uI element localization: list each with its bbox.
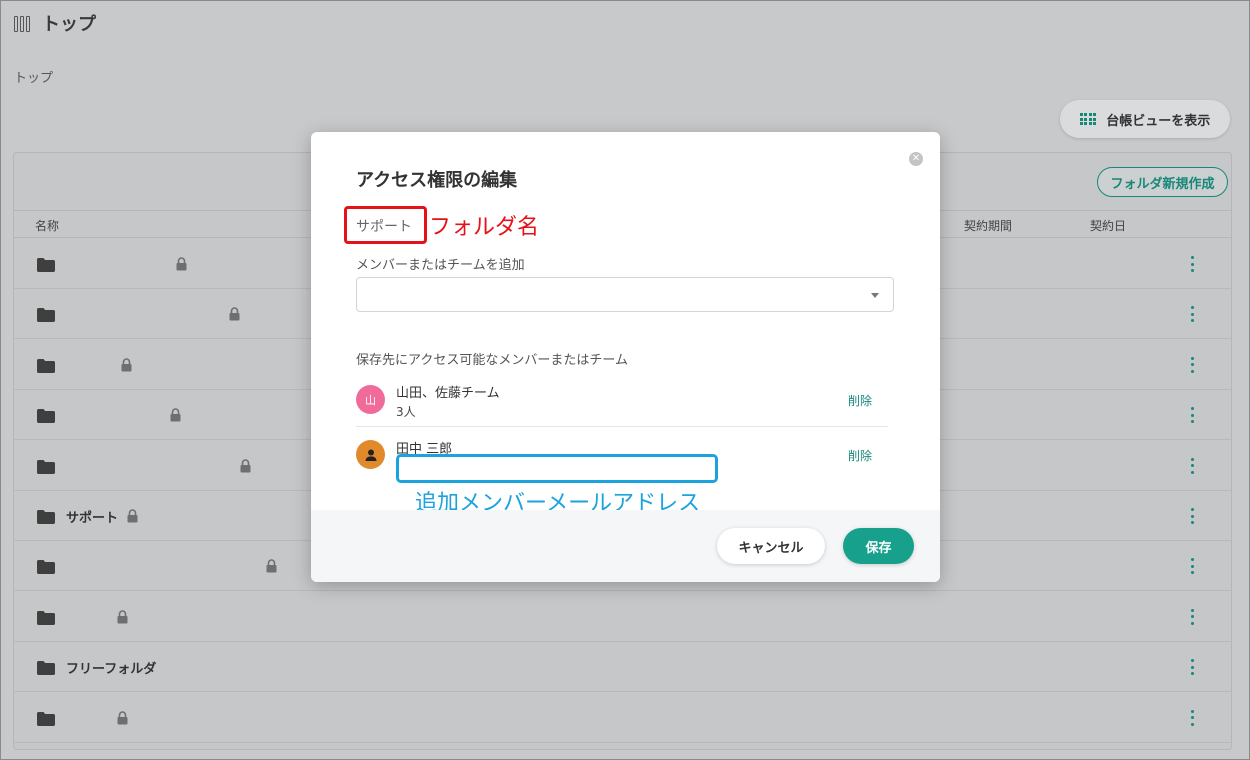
table-row[interactable] <box>13 693 1232 743</box>
table-row[interactable]: フリーフォルダ <box>13 642 1232 693</box>
folder-icon <box>37 307 55 323</box>
folder-name[interactable]: サポート <box>66 507 118 526</box>
folder-name[interactable]: フリーフォルダ <box>66 658 156 677</box>
lock-icon <box>121 357 132 372</box>
add-member-label: メンバーまたはチームを追加 <box>356 258 525 273</box>
table-row[interactable] <box>13 592 1232 642</box>
chevron-down-icon <box>871 293 879 298</box>
folder-icon <box>37 509 55 524</box>
app-header: トップ <box>14 10 96 36</box>
remove-member-button[interactable]: 削除 <box>848 447 872 464</box>
folder-name: サポート <box>356 219 412 235</box>
breadcrumb[interactable]: トップ <box>14 67 53 86</box>
access-members-label: 保存先にアクセス可能なメンバーまたはチーム <box>356 353 628 368</box>
folder-icon <box>37 559 55 575</box>
ledger-view-label: 台帳ビューを表示 <box>1106 113 1211 129</box>
more-menu-icon[interactable] <box>1191 457 1195 474</box>
lock-icon <box>170 407 181 422</box>
dialog-title: アクセス権限の編集 <box>356 170 518 191</box>
lock-icon <box>229 306 240 321</box>
folder-icon <box>37 358 55 373</box>
more-menu-icon[interactable] <box>1191 356 1195 373</box>
access-edit-dialog: ✕ アクセス権限の編集 サポート フォルダ名 メンバーまたはチームを追加 保存先… <box>311 132 940 582</box>
more-menu-icon[interactable] <box>1191 608 1195 625</box>
folder-icon <box>37 459 55 474</box>
more-menu-icon[interactable] <box>1191 558 1195 575</box>
ledger-view-button[interactable]: 台帳ビューを表示 <box>1060 100 1230 138</box>
grid-icon <box>1079 113 1097 125</box>
column-header-name[interactable]: 名称 <box>35 217 59 234</box>
folder-icon <box>37 257 55 272</box>
folder-icon <box>37 610 55 625</box>
more-menu-icon[interactable] <box>1191 709 1195 726</box>
page-title: トップ <box>42 14 96 35</box>
member-name: 山田、佐藤チーム <box>396 386 500 401</box>
lock-icon <box>266 558 277 573</box>
email-highlight <box>396 454 718 483</box>
new-folder-button[interactable]: フォルダ新規作成 <box>1097 167 1228 197</box>
lock-icon <box>117 609 128 624</box>
column-header-contract-date[interactable]: 契約日 <box>1090 217 1126 234</box>
folder-icon <box>37 660 55 676</box>
close-icon[interactable]: ✕ <box>909 152 923 166</box>
column-header-contract-period[interactable]: 契約期間 <box>964 217 1012 234</box>
more-menu-icon[interactable] <box>1191 407 1195 424</box>
more-menu-icon[interactable] <box>1191 256 1195 272</box>
save-button[interactable]: 保存 <box>843 528 914 564</box>
book-shelf-icon <box>14 14 34 32</box>
remove-member-button[interactable]: 削除 <box>848 392 872 409</box>
divider <box>356 426 888 427</box>
annotation-folder-name: フォルダ名 <box>429 215 540 240</box>
avatar: 山 <box>356 385 385 414</box>
lock-icon <box>240 458 251 473</box>
member-count: 3人 <box>396 405 416 419</box>
lock-icon <box>117 710 128 725</box>
more-menu-icon[interactable] <box>1191 306 1195 323</box>
lock-icon <box>176 256 187 271</box>
person-icon <box>356 440 385 469</box>
cancel-button[interactable]: キャンセル <box>717 528 825 564</box>
more-menu-icon[interactable] <box>1191 508 1195 524</box>
more-menu-icon[interactable] <box>1191 659 1195 676</box>
lock-icon <box>127 508 138 523</box>
dialog-footer: キャンセル 保存 <box>311 510 940 582</box>
folder-icon <box>37 408 55 424</box>
folder-icon <box>37 711 55 726</box>
add-member-select[interactable] <box>356 277 894 312</box>
